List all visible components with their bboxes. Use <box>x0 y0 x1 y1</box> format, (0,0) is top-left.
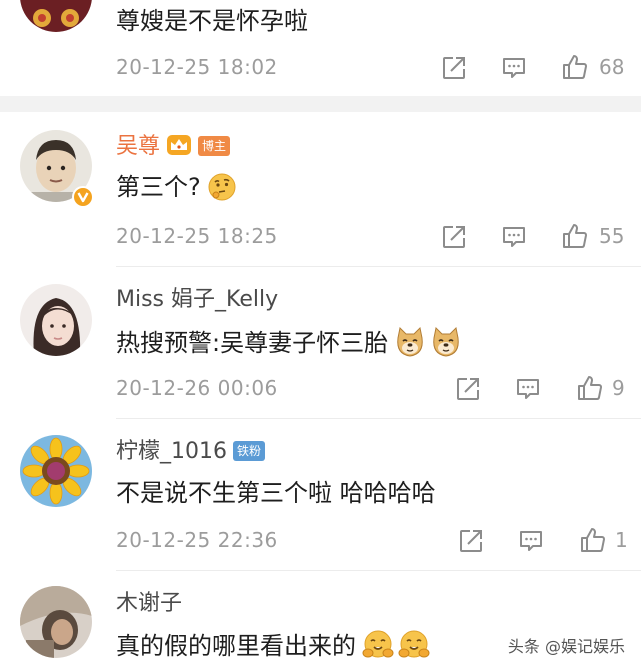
username[interactable]: Miss 娟子_Kelly <box>116 286 278 314</box>
avatar[interactable] <box>20 284 92 356</box>
comment-time: 20-12-25 22:36 <box>116 528 278 552</box>
comment-icon[interactable] <box>515 376 541 402</box>
doge-emoji <box>433 326 459 357</box>
fan-badge: 铁粉 <box>233 441 266 461</box>
comment-icon[interactable] <box>501 224 527 250</box>
comment-text: 尊嫂是不是怀孕啦 <box>116 7 308 35</box>
comment-time: 20-12-25 18:02 <box>116 55 278 79</box>
divider <box>116 418 641 419</box>
hugging-emoji <box>398 630 430 658</box>
like-icon[interactable] <box>576 374 604 402</box>
hugging-emoji <box>362 630 394 658</box>
like-icon[interactable] <box>561 222 589 250</box>
like-count: 68 <box>599 55 625 79</box>
blogger-badge: 博主 <box>198 136 231 156</box>
share-icon[interactable] <box>441 224 467 250</box>
share-icon[interactable] <box>441 55 467 81</box>
like-count: 1 <box>615 528 628 552</box>
comment-icon[interactable] <box>501 55 527 81</box>
like-icon[interactable] <box>579 526 607 554</box>
comment-icon[interactable] <box>518 528 544 554</box>
comment-text: 真的假的哪里看出来的 <box>116 629 430 661</box>
username-text: 吴尊 <box>116 134 161 159</box>
watermark-text: 头条 @娱记娱乐 <box>507 637 625 656</box>
comment-text: 热搜预警:吴尊妻子怀三胎 <box>116 326 462 358</box>
doge-emoji <box>397 326 423 357</box>
crown-icon <box>167 135 192 155</box>
comment-time: 20-12-25 18:25 <box>116 224 278 248</box>
username[interactable]: 吴尊 博主 <box>116 133 231 161</box>
share-icon[interactable] <box>455 376 481 402</box>
divider <box>116 570 641 571</box>
watermark: 头条 @娱记娱乐 <box>483 633 633 663</box>
avatar[interactable] <box>20 586 92 658</box>
like-count: 55 <box>599 224 625 248</box>
divider <box>116 266 641 267</box>
share-icon[interactable] <box>458 528 484 554</box>
username[interactable]: 柠檬_1016 铁粉 <box>116 438 266 466</box>
comment-text: 不是说不生第三个啦 哈哈哈哈 <box>116 479 436 507</box>
section-separator <box>0 96 641 112</box>
avatar[interactable] <box>20 435 92 507</box>
verified-icon <box>72 186 94 208</box>
like-icon[interactable] <box>561 53 589 81</box>
comment-text: 第三个? <box>116 172 237 202</box>
username[interactable]: 木谢子 <box>116 590 182 618</box>
avatar[interactable] <box>20 0 92 32</box>
comment-time: 20-12-26 00:06 <box>116 376 278 400</box>
thinking-emoji <box>208 173 236 201</box>
username-text: 柠檬_1016 <box>116 439 227 464</box>
like-count: 9 <box>612 376 625 400</box>
